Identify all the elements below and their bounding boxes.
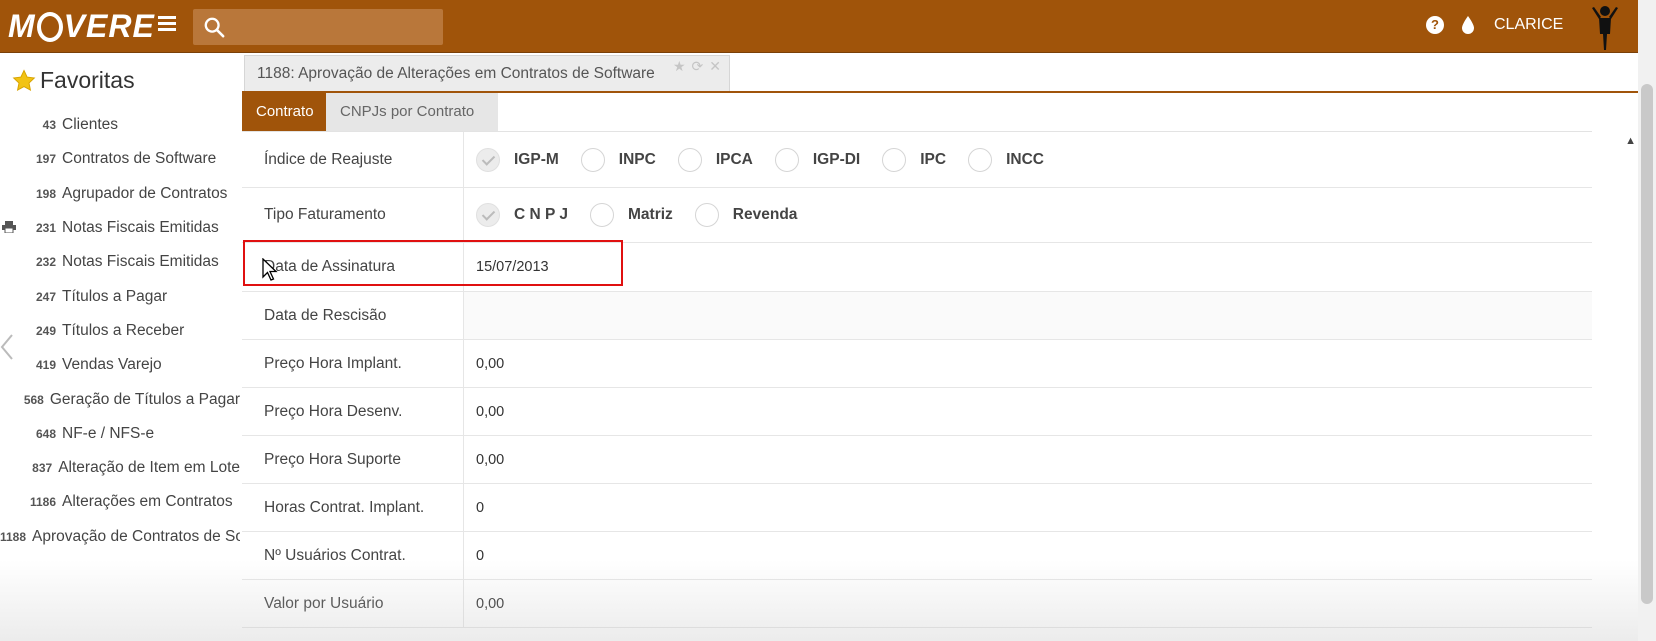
close-icon[interactable]: ✕ — [709, 58, 721, 75]
search-box[interactable] — [193, 9, 443, 45]
radio-incc[interactable]: INCC — [968, 147, 1044, 172]
field-valor-por-usuario: Valor por Usuário 0,00 — [242, 580, 1592, 628]
preco-hora-suporte-input[interactable]: 0,00 — [464, 452, 504, 468]
list-item[interactable]: 247 Títulos a Pagar — [0, 279, 240, 313]
list-item[interactable]: 198 Agrupador de Contratos — [0, 177, 240, 211]
field-preco-hora-implant: Preço Hora Implant. 0,00 — [242, 340, 1592, 388]
page-scrollbar[interactable] — [1638, 0, 1656, 641]
radio-circle-checked[interactable] — [476, 203, 500, 227]
data-assinatura-input[interactable]: 15/07/2013 — [464, 259, 549, 275]
field-label: Tipo Faturamento — [242, 188, 464, 242]
app-logo[interactable]: M VERE — [8, 8, 155, 44]
menu-icon[interactable] — [158, 16, 176, 32]
tipo-faturamento-radio-group: C N P J Matriz Revenda — [464, 203, 819, 227]
field-preco-hora-suporte: Preço Hora Suporte 0,00 — [242, 436, 1592, 484]
document-tab-strip: 1188: Aprovação de Alterações em Contrat… — [242, 53, 1638, 93]
list-item[interactable]: 231 Notas Fiscais Emitidas — [0, 211, 240, 245]
favorites-list: 43 Clientes 197 Contratos de Software 198 A… — [0, 108, 240, 554]
help-icon[interactable]: ? — [1426, 16, 1444, 34]
n-usuarios-contrat-input[interactable]: 0 — [464, 548, 484, 564]
field-label: Valor por Usuário — [242, 580, 464, 627]
list-item[interactable]: 249 Títulos a Receber — [0, 314, 240, 348]
field-data-assinatura: Data de Assinatura 15/07/2013 — [242, 243, 1592, 292]
list-item[interactable]: 1188Aprovação de Contratos de Software — [0, 520, 240, 554]
field-horas-contrat-implant: Horas Contrat. Implant. 0 — [242, 484, 1592, 532]
list-item[interactable]: 419 Vendas Varejo — [0, 348, 240, 382]
scroll-up-icon[interactable]: ▲ — [1625, 135, 1636, 147]
radio-ipca[interactable]: IPCA — [677, 147, 753, 172]
radio-cnpj[interactable]: C N P J — [476, 203, 568, 227]
preco-hora-desenv-input[interactable]: 0,00 — [464, 404, 504, 420]
contract-form: Índice de Reajuste IGP-M INPC IPCA IGP-D… — [242, 131, 1592, 628]
radio-circle-checked[interactable] — [476, 147, 500, 172]
search-icon[interactable] — [203, 16, 225, 38]
field-label: Preço Hora Suporte — [242, 436, 464, 483]
field-label: Horas Contrat. Implant. — [242, 484, 464, 531]
field-label: Data de Rescisão — [242, 292, 464, 339]
tab-cnpjs-por-contrato[interactable]: CNPJs por Contrato — [326, 93, 498, 131]
main-panel: 1188: Aprovação de Alterações em Contrat… — [242, 53, 1638, 641]
radio-revenda[interactable]: Revenda — [694, 203, 797, 227]
radio-igp-m[interactable]: IGP-M — [476, 147, 559, 172]
preco-hora-implant-input[interactable]: 0,00 — [464, 356, 504, 372]
list-item[interactable]: 648 NF-e / NFS-e — [0, 417, 240, 451]
user-name[interactable]: CLARICE — [1494, 16, 1563, 34]
tab-contrato[interactable]: Contrato — [242, 93, 326, 131]
star-icon — [12, 68, 36, 91]
list-item[interactable]: 1186 Alterações em Contratos — [0, 485, 240, 519]
valor-por-usuario-input[interactable]: 0,00 — [464, 596, 504, 612]
list-item[interactable]: 568 Geração de Títulos a Pagar — [0, 382, 240, 416]
field-label: Nº Usuários Contrat. — [242, 532, 464, 579]
page-scrollbar-thumb[interactable] — [1641, 84, 1653, 604]
field-tipo-faturamento: Tipo Faturamento C N P J Matriz Revenda — [242, 188, 1592, 243]
field-label: Índice de Reajuste — [242, 132, 464, 187]
drop-icon[interactable] — [1461, 15, 1475, 35]
radio-circle[interactable] — [882, 147, 907, 172]
radio-circle[interactable] — [590, 203, 614, 227]
radio-igp-di[interactable]: IGP-DI — [774, 147, 860, 172]
radio-circle[interactable] — [677, 147, 702, 172]
list-item[interactable]: 232 Notas Fiscais Emitidas — [0, 245, 240, 279]
field-label: Preço Hora Implant. — [242, 340, 464, 387]
mouse-cursor-icon — [262, 258, 278, 281]
field-indice-reajuste: Índice de Reajuste IGP-M INPC IPCA IGP-D… — [242, 132, 1592, 188]
radio-ipc[interactable]: IPC — [882, 147, 946, 172]
favorites-title: Favoritas — [12, 67, 135, 94]
document-tab-title: 1188: Aprovação de Alterações em Contrat… — [257, 65, 655, 82]
avatar-figure-icon[interactable] — [1590, 2, 1620, 52]
radio-inpc[interactable]: INPC — [580, 147, 656, 172]
document-tab[interactable]: 1188: Aprovação de Alterações em Contrat… — [244, 55, 730, 91]
radio-circle[interactable] — [580, 147, 605, 172]
radio-circle[interactable] — [694, 203, 719, 227]
list-item[interactable]: 197 Contratos de Software — [0, 142, 240, 176]
radio-circle[interactable] — [968, 147, 993, 172]
list-item[interactable]: 837 Alteração de Item em Lote — [0, 451, 240, 485]
field-label: Preço Hora Desenv. — [242, 388, 464, 435]
radio-matriz[interactable]: Matriz — [590, 203, 673, 227]
form-tabs: Contrato CNPJs por Contrato ▲ — [242, 93, 1638, 147]
field-preco-hora-desenv: Preço Hora Desenv. 0,00 — [242, 388, 1592, 436]
field-data-rescisao: Data de Rescisão — [242, 292, 1592, 340]
search-input[interactable] — [233, 13, 437, 41]
list-item[interactable]: 43 Clientes — [0, 108, 240, 142]
favorites-sidebar: Favoritas 43 Clientes 197 Contratos de Sof… — [0, 53, 240, 641]
indice-reajuste-radio-group: IGP-M INPC IPCA IGP-DI IPC INCC — [464, 147, 1066, 172]
refresh-icon[interactable]: ⟳ — [692, 58, 704, 75]
printer-icon[interactable] — [2, 220, 16, 233]
horas-contrat-implant-input[interactable]: 0 — [464, 500, 484, 516]
star-outline-icon[interactable]: ★ — [673, 58, 686, 75]
top-bar: M VERE ? CLARICE — [0, 0, 1638, 53]
radio-circle[interactable] — [774, 147, 799, 172]
field-n-usuarios-contrat: Nº Usuários Contrat. 0 — [242, 532, 1592, 580]
